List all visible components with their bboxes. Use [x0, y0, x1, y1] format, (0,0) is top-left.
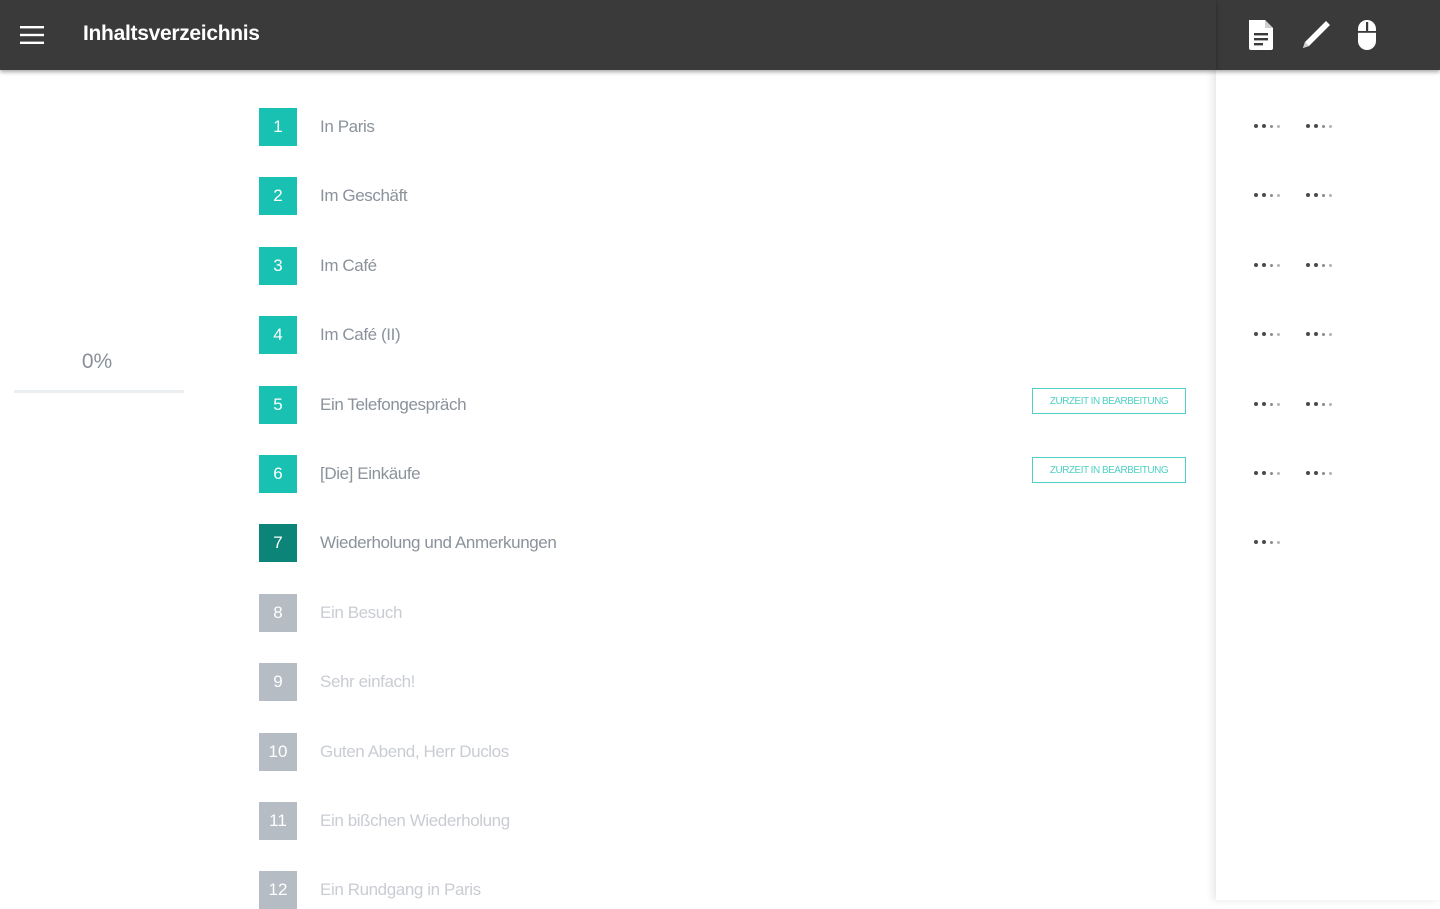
hamburger-menu-icon — [20, 26, 44, 44]
chapter-item-11: 11 Ein bißchen Wiederholung — [259, 802, 1199, 840]
chapter-item-1[interactable]: 1 In Paris — [259, 108, 1199, 146]
more-options-icon[interactable] — [1254, 328, 1288, 340]
more-options-icon[interactable] — [1254, 189, 1288, 201]
more-options-icon[interactable] — [1306, 467, 1340, 479]
mouse-icon — [1358, 20, 1376, 50]
document-button[interactable] — [1242, 16, 1280, 54]
page-title: Inhaltsverzeichnis — [83, 22, 260, 45]
chapter-title: Guten Abend, Herr Duclos — [320, 742, 509, 761]
chapter-number: 4 — [259, 316, 297, 354]
more-options-icon[interactable] — [1306, 259, 1340, 271]
chapter-item-10: 10 Guten Abend, Herr Duclos — [259, 733, 1199, 771]
chapter-number: 6 — [259, 455, 297, 493]
mouse-button[interactable] — [1348, 16, 1386, 54]
chapter-title: Wiederholung und Anmerkungen — [320, 533, 557, 552]
chapter-title: Im Café — [320, 256, 377, 275]
chapter-item-3[interactable]: 3 Im Café — [259, 247, 1199, 285]
chapter-item-2[interactable]: 2 Im Geschäft — [259, 177, 1199, 215]
top-app-bar: Inhaltsverzeichnis — [0, 0, 1216, 70]
more-options-icon[interactable] — [1254, 398, 1288, 410]
course-progress: 0% — [14, 350, 184, 393]
pencil-button[interactable] — [1297, 16, 1335, 54]
chapter-title: Ein bißchen Wiederholung — [320, 811, 510, 830]
more-options-icon[interactable] — [1254, 120, 1288, 132]
chapter-number: 5 — [259, 386, 297, 424]
chapter-item-4[interactable]: 4 Im Café (II) — [259, 316, 1199, 354]
chapter-title: [Die] Einkäufe — [320, 464, 421, 483]
progress-track — [14, 390, 184, 393]
more-options-icon[interactable] — [1254, 536, 1288, 548]
tool-bar — [1216, 0, 1440, 70]
menu-button[interactable] — [14, 17, 50, 53]
chapter-item-6[interactable]: 6 [Die] Einkäufe ZURZEIT IN BEARBEITUNG — [259, 455, 1199, 493]
chapter-number: 12 — [259, 871, 297, 909]
document-icon — [1249, 20, 1273, 50]
chapter-number: 9 — [259, 663, 297, 701]
pencil-icon — [1303, 21, 1330, 48]
chapter-number: 7 — [259, 524, 297, 562]
chapter-title: Ein Besuch — [320, 603, 402, 622]
chapter-title: Im Café (II) — [320, 325, 401, 344]
chapter-number: 2 — [259, 177, 297, 215]
chapter-item-5[interactable]: 5 Ein Telefongespräch ZURZEIT IN BEARBEITU… — [259, 386, 1199, 424]
chapter-title: Ein Rundgang in Paris — [320, 880, 481, 899]
in-progress-badge: ZURZEIT IN BEARBEITUNG — [1032, 457, 1186, 483]
chapter-title: Sehr einfach! — [320, 672, 415, 691]
more-options-icon[interactable] — [1306, 328, 1340, 340]
progress-percent: 0% — [81, 350, 113, 373]
chapter-title: In Paris — [320, 117, 375, 136]
chapter-number: 3 — [259, 247, 297, 285]
chapter-number: 10 — [259, 733, 297, 771]
chapter-title: Im Geschäft — [320, 186, 408, 205]
chapter-actions-panel — [1216, 0, 1440, 900]
chapter-item-7[interactable]: 7 Wiederholung und Anmerkungen — [259, 524, 1199, 562]
chapter-item-9: 9 Sehr einfach! — [259, 663, 1199, 701]
chapter-item-12: 12 Ein Rundgang in Paris — [259, 871, 1199, 909]
chapter-number: 11 — [259, 802, 297, 840]
in-progress-badge: ZURZEIT IN BEARBEITUNG — [1032, 388, 1186, 414]
more-options-icon[interactable] — [1254, 259, 1288, 271]
more-options-icon[interactable] — [1306, 120, 1340, 132]
chapter-item-8: 8 Ein Besuch — [259, 594, 1199, 632]
more-options-icon[interactable] — [1306, 189, 1340, 201]
chapter-number: 1 — [259, 108, 297, 146]
more-options-icon[interactable] — [1254, 467, 1288, 479]
chapter-number: 8 — [259, 594, 297, 632]
chapter-title: Ein Telefongespräch — [320, 395, 467, 414]
more-options-icon[interactable] — [1306, 398, 1340, 410]
